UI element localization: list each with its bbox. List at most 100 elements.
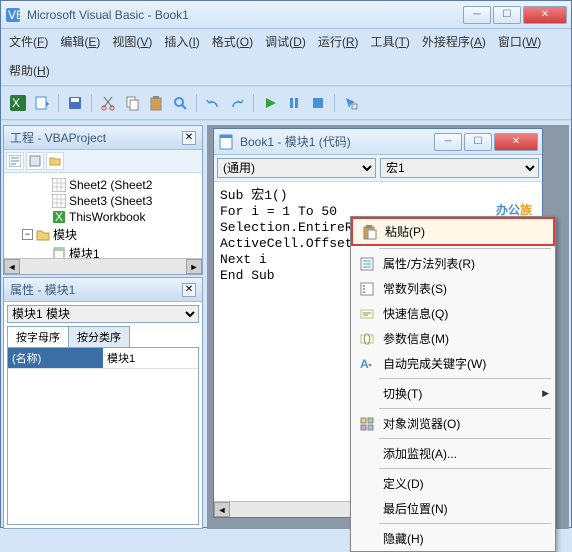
- autocomplete-icon: A: [357, 356, 377, 372]
- property-grid[interactable]: (名称) 模块1: [7, 347, 199, 525]
- paste-icon[interactable]: [145, 92, 167, 114]
- toggle-folders-icon[interactable]: [46, 152, 64, 170]
- code-window-title: Book1 - 模块1 (代码): [240, 133, 434, 150]
- tree-node-sheet2[interactable]: Sheet2 (Sheet2: [8, 177, 198, 193]
- toolbar-sep: [58, 94, 59, 112]
- menubar: 文件(F) 编辑(E) 视图(V) 插入(I) 格式(O) 调试(D) 运行(R…: [1, 29, 571, 83]
- maximize-button[interactable]: ☐: [493, 6, 521, 24]
- blank-icon: [357, 531, 377, 547]
- tree-node-thisworkbook[interactable]: XThisWorkbook: [8, 209, 198, 225]
- tab-alphabetic[interactable]: 按字母序: [7, 326, 69, 347]
- property-row[interactable]: (名称) 模块1: [8, 348, 198, 369]
- panel-close-button[interactable]: ✕: [182, 283, 196, 297]
- paraminfo-icon: (): [357, 331, 377, 347]
- object-selector[interactable]: 模块1 模块: [7, 305, 199, 323]
- ctx-separator: [379, 378, 551, 379]
- menu-window[interactable]: 窗口(W): [498, 33, 541, 50]
- window-buttons: ─ ☐ ✕: [463, 6, 567, 24]
- menu-format[interactable]: 格式(O): [212, 33, 253, 50]
- menu-edit[interactable]: 编辑(E): [60, 33, 100, 50]
- menu-debug[interactable]: 调试(D): [265, 33, 306, 50]
- project-tree[interactable]: Sheet2 (Sheet2 Sheet3 (Sheet3 XThisWorkb…: [4, 173, 202, 258]
- code-window-icon: [218, 134, 234, 150]
- toolbar-sep: [253, 94, 254, 112]
- copy-icon[interactable]: [121, 92, 143, 114]
- toolbar-sep: [196, 94, 197, 112]
- toolbar-divider: [1, 119, 571, 121]
- code-minimize-button[interactable]: ─: [434, 133, 462, 151]
- ctx-add-watch[interactable]: 添加监视(A)...: [351, 441, 555, 466]
- object-browser-icon: [357, 416, 377, 432]
- ctx-const-list[interactable]: 常数列表(S): [351, 276, 555, 301]
- redo-icon[interactable]: [226, 92, 248, 114]
- excel-icon[interactable]: X: [7, 92, 29, 114]
- code-window-buttons: ─ ☐ ✕: [434, 133, 538, 151]
- procedure-dropdown[interactable]: 宏1: [380, 158, 539, 178]
- ctx-separator: [379, 408, 551, 409]
- blank-icon: [357, 446, 377, 462]
- ctx-quick-info[interactable]: 快速信息(Q): [351, 301, 555, 326]
- insert-dropdown-icon[interactable]: [31, 92, 53, 114]
- project-explorer-title: 工程 - VBAProject ✕: [4, 126, 202, 150]
- ctx-definition[interactable]: 定义(D): [351, 471, 555, 496]
- blank-icon: [357, 386, 377, 402]
- view-code-icon[interactable]: [6, 152, 24, 170]
- tree-node-module1[interactable]: 模块1: [8, 244, 198, 258]
- code-titlebar: Book1 - 模块1 (代码) ─ ☐ ✕: [214, 129, 542, 155]
- ctx-param-info[interactable]: () 参数信息(M): [351, 326, 555, 351]
- property-tabs: 按字母序 按分类序: [4, 326, 202, 347]
- cut-icon[interactable]: [97, 92, 119, 114]
- close-button[interactable]: ✕: [523, 6, 567, 24]
- tab-categorized[interactable]: 按分类序: [68, 326, 130, 347]
- menu-insert[interactable]: 插入(I): [164, 33, 199, 50]
- prop-name: (名称): [8, 348, 103, 368]
- svg-text:X: X: [12, 96, 20, 110]
- run-icon[interactable]: [259, 92, 281, 114]
- blank-icon: [357, 476, 377, 492]
- module-icon: [52, 247, 66, 259]
- ctx-separator: [379, 438, 551, 439]
- break-icon[interactable]: [283, 92, 305, 114]
- view-object-icon[interactable]: [26, 152, 44, 170]
- ctx-separator: [379, 248, 551, 249]
- menu-view[interactable]: 视图(V): [112, 33, 152, 50]
- const-icon: [357, 281, 377, 297]
- ctx-object-browser[interactable]: 对象浏览器(O): [351, 411, 555, 436]
- ctx-prop-method-list[interactable]: 属性/方法列表(R): [351, 251, 555, 276]
- find-icon[interactable]: [169, 92, 191, 114]
- tree-scrollbar[interactable]: ◄►: [4, 258, 202, 274]
- menu-file[interactable]: 文件(F): [9, 33, 48, 50]
- quickinfo-icon: [357, 306, 377, 322]
- panel-close-button[interactable]: ✕: [182, 131, 196, 145]
- project-toolbar: [4, 150, 202, 173]
- menu-tools[interactable]: 工具(T): [371, 33, 410, 50]
- design-mode-icon[interactable]: [340, 92, 362, 114]
- menu-run[interactable]: 运行(R): [318, 33, 359, 50]
- prop-value[interactable]: 模块1: [103, 348, 198, 368]
- worksheet-icon: [52, 178, 66, 192]
- project-explorer: 工程 - VBAProject ✕ Sheet2 (Sheet2 Sheet3 …: [3, 125, 203, 275]
- properties-panel: 属性 - 模块1 ✕ 模块1 模块 按字母序 按分类序 (名称) 模块1: [3, 277, 203, 529]
- collapse-icon[interactable]: −: [22, 229, 33, 240]
- save-icon[interactable]: [64, 92, 86, 114]
- panel-title-text: 工程 - VBAProject: [10, 129, 182, 146]
- code-close-button[interactable]: ✕: [494, 133, 538, 151]
- tree-node-modules[interactable]: −模块: [8, 225, 198, 244]
- code-maximize-button[interactable]: ☐: [464, 133, 492, 151]
- ctx-paste[interactable]: 粘贴(P): [351, 217, 555, 246]
- ctx-hide[interactable]: 隐藏(H): [351, 526, 555, 551]
- menu-help[interactable]: 帮助(H): [9, 62, 50, 79]
- menu-addins[interactable]: 外接程序(A): [422, 33, 486, 50]
- ctx-last-position[interactable]: 最后位置(N): [351, 496, 555, 521]
- reset-icon[interactable]: [307, 92, 329, 114]
- tree-node-sheet3[interactable]: Sheet3 (Sheet3: [8, 193, 198, 209]
- minimize-button[interactable]: ─: [463, 6, 491, 24]
- standard-toolbar: X: [1, 89, 571, 117]
- ctx-autocomplete[interactable]: A 自动完成关键字(W): [351, 351, 555, 376]
- folder-icon: [36, 228, 50, 242]
- ctx-separator: [379, 523, 551, 524]
- ctx-toggle[interactable]: 切换(T) ▶: [351, 381, 555, 406]
- ctx-separator: [379, 468, 551, 469]
- undo-icon[interactable]: [202, 92, 224, 114]
- object-dropdown[interactable]: (通用): [217, 158, 376, 178]
